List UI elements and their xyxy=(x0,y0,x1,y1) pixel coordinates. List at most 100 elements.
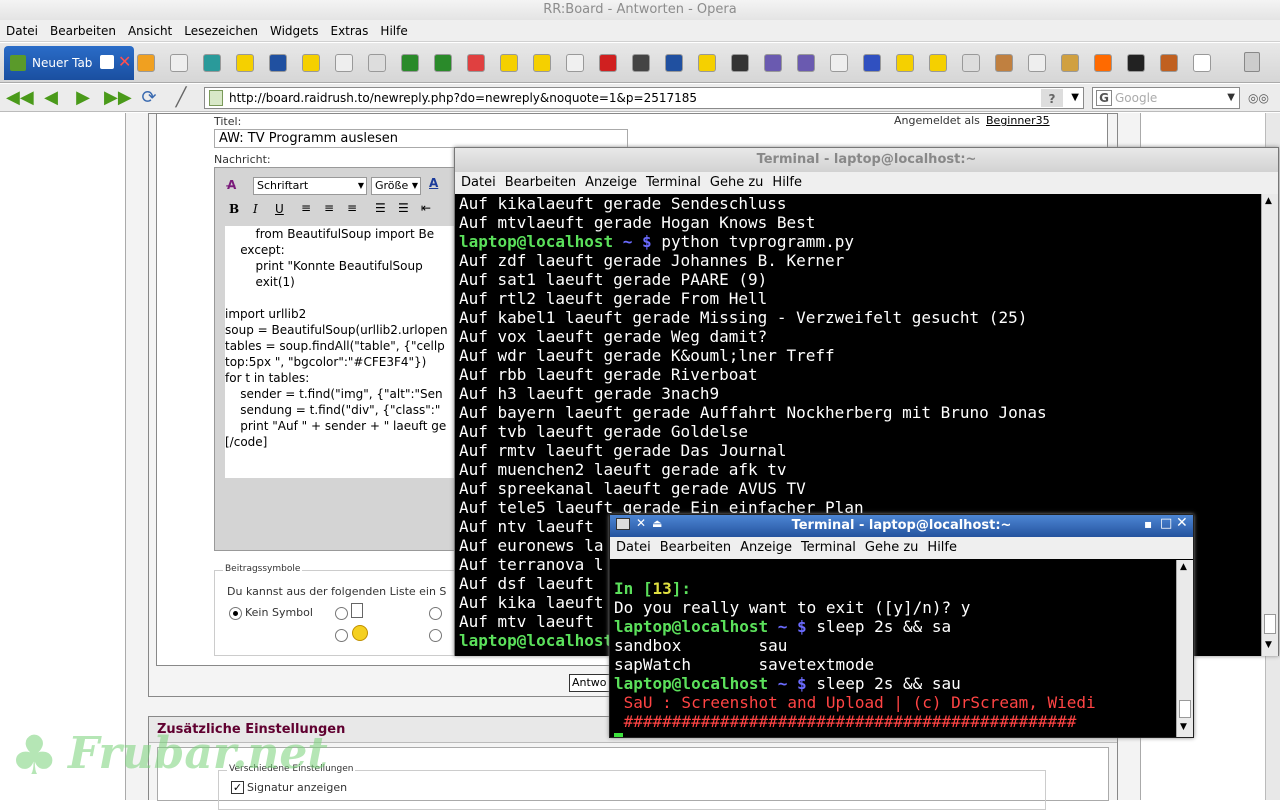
terminal-menu-terminal[interactable]: Terminal xyxy=(643,172,704,194)
film-icon[interactable] xyxy=(995,54,1013,72)
italic-icon[interactable]: I xyxy=(253,202,258,216)
minimize-icon[interactable]: ▪ xyxy=(1144,517,1152,531)
terminal-menu-hilfe[interactable]: Hilfe xyxy=(769,172,805,194)
symbol-radio[interactable] xyxy=(429,629,442,642)
scroll-thumb[interactable] xyxy=(1179,700,1191,718)
glasses-icon[interactable]: ◎◎ xyxy=(1248,91,1269,105)
mail-icon[interactable] xyxy=(797,54,815,72)
scroll-up-icon[interactable]: ▲ xyxy=(1265,196,1272,206)
g-icon[interactable] xyxy=(335,54,353,72)
font-select[interactable]: Schriftart ▼ xyxy=(253,177,367,195)
image-icon[interactable] xyxy=(566,54,584,72)
alert-icon[interactable] xyxy=(1094,54,1112,72)
menu-bearbeiten[interactable]: Bearbeiten xyxy=(44,20,122,42)
terminal-scrollbar[interactable]: ▲ ▼ xyxy=(1261,194,1278,656)
page-icon[interactable] xyxy=(962,54,980,72)
align-left-icon[interactable]: ≡ xyxy=(301,201,311,215)
terminal-output[interactable]: In [13]: Do you really want to exit ([y]… xyxy=(610,560,1176,737)
note-icon[interactable] xyxy=(1193,54,1211,72)
terminal-menu-hilfe[interactable]: Hilfe xyxy=(924,537,960,559)
warning-icon[interactable] xyxy=(896,54,914,72)
page-icon[interactable] xyxy=(368,54,386,72)
disk-icon[interactable] xyxy=(1127,54,1145,72)
remove-format-icon[interactable]: A̶ xyxy=(227,178,236,192)
py-icon[interactable] xyxy=(170,54,188,72)
terminal-menu-gehe-zu[interactable]: Gehe zu xyxy=(862,537,922,559)
back-icon[interactable]: ◀ xyxy=(40,88,62,108)
warning-icon[interactable] xyxy=(236,54,254,72)
opera-icon[interactable] xyxy=(665,54,683,72)
maximize-icon[interactable]: □ xyxy=(1160,516,1172,531)
warning-icon[interactable] xyxy=(533,54,551,72)
symbol-radio[interactable] xyxy=(335,629,348,642)
warning-icon[interactable] xyxy=(500,54,518,72)
warning-icon[interactable] xyxy=(929,54,947,72)
symbol-radio[interactable] xyxy=(335,607,348,620)
align-center-icon[interactable]: ≡ xyxy=(324,201,334,215)
menu-lesezeichen[interactable]: Lesezeichen xyxy=(178,20,264,42)
menu-hilfe[interactable]: Hilfe xyxy=(374,20,413,42)
flower-icon[interactable] xyxy=(467,54,485,72)
url-field[interactable]: http://board.raidrush.to/newreply.php?do… xyxy=(204,87,1084,109)
terminal-menu-terminal[interactable]: Terminal xyxy=(798,537,859,559)
bold-icon[interactable]: B xyxy=(229,202,239,216)
bug-icon[interactable] xyxy=(434,54,452,72)
username-link[interactable]: Beginner35 xyxy=(986,114,1050,127)
menu-datei[interactable]: Datei xyxy=(0,20,44,42)
terminal-icon[interactable] xyxy=(731,54,749,72)
tab-new[interactable]: Neuer Tab ✕ xyxy=(4,46,134,80)
trash-icon[interactable] xyxy=(1244,52,1260,72)
snake-icon[interactable] xyxy=(401,54,419,72)
c-icon[interactable] xyxy=(203,54,221,72)
help-icon[interactable]: ? xyxy=(1041,89,1063,107)
rewind-icon[interactable]: ◀◀ xyxy=(6,88,34,108)
dropdown-arrow-icon[interactable]: ▼ xyxy=(1227,88,1235,108)
feather-icon[interactable] xyxy=(1028,54,1046,72)
terminal-scrollbar[interactable]: ▲ ▼ xyxy=(1176,560,1193,737)
box-icon[interactable] xyxy=(1160,54,1178,72)
terminal-menu-bearbeiten[interactable]: Bearbeiten xyxy=(657,537,734,559)
scroll-down-icon[interactable]: ▼ xyxy=(1180,722,1187,732)
scroll-thumb[interactable] xyxy=(1264,614,1276,634)
menu-widgets[interactable]: Widgets xyxy=(264,20,325,42)
align-right-icon[interactable]: ≡ xyxy=(347,201,357,215)
close-tab-icon[interactable]: ✕ xyxy=(118,52,131,71)
star-icon[interactable] xyxy=(599,54,617,72)
message-editor[interactable]: from BeautifulSoup import Be except: pri… xyxy=(225,226,461,478)
text-color-icon[interactable]: A xyxy=(429,176,438,190)
size-select[interactable]: Größe ▼ xyxy=(371,177,421,195)
wand-icon[interactable]: ╱ xyxy=(170,88,192,108)
wiki-icon[interactable] xyxy=(830,54,848,72)
mail-icon[interactable] xyxy=(764,54,782,72)
terminal-menu-datei[interactable]: Datei xyxy=(458,172,499,194)
scroll-down-icon[interactable]: ▼ xyxy=(1265,640,1272,650)
terminal-menu-bearbeiten[interactable]: Bearbeiten xyxy=(502,172,579,194)
outdent-icon[interactable]: ⇤ xyxy=(421,201,431,215)
symbol-radio[interactable] xyxy=(429,607,442,620)
close-window-icon[interactable]: ✕ xyxy=(1176,515,1188,531)
title-input[interactable]: AW: TV Programm auslesen xyxy=(214,129,628,148)
fast-forward-icon[interactable]: ▶▶ xyxy=(104,88,132,108)
terminal-menu-gehe-zu[interactable]: Gehe zu xyxy=(707,172,767,194)
warning-icon[interactable] xyxy=(302,54,320,72)
underline-icon[interactable]: U xyxy=(275,202,284,216)
opera-icon[interactable] xyxy=(269,54,287,72)
unordered-list-icon[interactable]: ☰ xyxy=(398,201,409,215)
terminal-menu-anzeige[interactable]: Anzeige xyxy=(582,172,640,194)
terminal-menu-anzeige[interactable]: Anzeige xyxy=(737,537,795,559)
warning-icon[interactable] xyxy=(698,54,716,72)
dropdown-arrow-icon[interactable]: ▼ xyxy=(1071,88,1079,108)
signature-checkbox[interactable]: ✓ xyxy=(231,781,244,794)
tools-icon[interactable] xyxy=(1061,54,1079,72)
forward-icon[interactable]: ▶ xyxy=(72,88,94,108)
terminal-menu-datei[interactable]: Datei xyxy=(613,537,654,559)
scroll-up-icon[interactable]: ▲ xyxy=(1180,562,1187,572)
menu-ansicht[interactable]: Ansicht xyxy=(122,20,178,42)
ordered-list-icon[interactable]: ☰ xyxy=(375,201,386,215)
search-field[interactable]: G Google ▼ xyxy=(1092,87,1240,109)
reload-icon[interactable]: ⟳ xyxy=(138,88,160,108)
wiki-icon[interactable] xyxy=(863,54,881,72)
amazon-icon[interactable] xyxy=(137,54,155,72)
menu-extras[interactable]: Extras xyxy=(324,20,374,42)
no-symbol-radio[interactable] xyxy=(229,607,242,620)
